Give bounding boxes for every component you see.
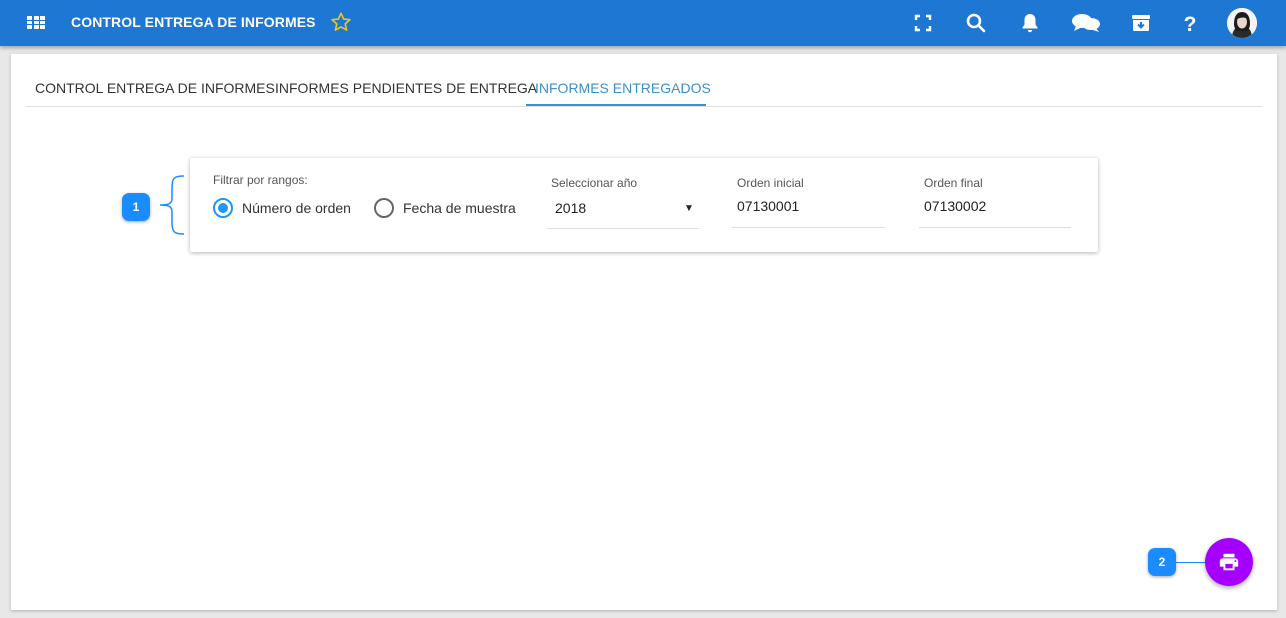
radio-numero-orden-label[interactable]: Número de orden bbox=[242, 200, 351, 216]
fullscreen-icon[interactable] bbox=[911, 11, 935, 35]
archive-icon[interactable] bbox=[1129, 11, 1153, 35]
main-card: CONTROL ENTREGA DE INFORMES INFORMES PEN… bbox=[11, 54, 1277, 610]
svg-text:?: ? bbox=[1184, 13, 1197, 35]
print-button[interactable] bbox=[1205, 538, 1253, 586]
filter-label: Filtrar por rangos: bbox=[213, 173, 308, 187]
annotation-connector bbox=[1174, 562, 1205, 563]
radio-fecha-muestra[interactable] bbox=[374, 198, 394, 218]
tab-control-entrega[interactable]: CONTROL ENTREGA DE INFORMES bbox=[35, 80, 275, 96]
year-select[interactable]: 2018 bbox=[547, 194, 699, 229]
page-title: CONTROL ENTREGA DE INFORMES bbox=[71, 14, 316, 30]
bell-icon[interactable] bbox=[1018, 11, 1042, 35]
orden-inicial-label: Orden inicial bbox=[737, 176, 804, 190]
orden-inicial-underline bbox=[732, 227, 885, 228]
brace-icon bbox=[159, 175, 185, 235]
orden-final-value: 07130002 bbox=[924, 198, 987, 214]
year-select-underline bbox=[547, 228, 699, 229]
tab-informes-entregados[interactable]: INFORMES ENTREGADOS bbox=[535, 80, 711, 96]
avatar[interactable] bbox=[1227, 8, 1257, 38]
active-tab-indicator bbox=[526, 104, 706, 106]
app-bar: CONTROL ENTREGA DE INFORMES ? bbox=[0, 0, 1286, 46]
print-icon bbox=[1219, 553, 1239, 571]
year-select-value: 2018 bbox=[555, 200, 587, 216]
help-icon[interactable]: ? bbox=[1178, 11, 1202, 35]
annotation-badge-1: 1 bbox=[122, 193, 150, 221]
year-select-label: Seleccionar año bbox=[551, 176, 638, 190]
annotation-badge-2: 2 bbox=[1148, 548, 1176, 576]
star-icon[interactable] bbox=[330, 11, 352, 33]
apps-grid-icon[interactable] bbox=[27, 16, 45, 29]
orden-inicial-value: 07130001 bbox=[737, 198, 800, 214]
chevron-down-icon[interactable]: ▼ bbox=[684, 203, 694, 214]
radio-numero-orden[interactable] bbox=[213, 198, 233, 218]
tab-bar: CONTROL ENTREGA DE INFORMES INFORMES PEN… bbox=[26, 54, 1262, 107]
orden-inicial-input[interactable]: 07130001 bbox=[732, 194, 885, 227]
tab-informes-pendientes[interactable]: INFORMES PENDIENTES DE ENTREGA bbox=[275, 80, 537, 96]
filter-panel: Filtrar por rangos: Número de orden Fech… bbox=[190, 158, 1098, 252]
orden-final-underline bbox=[919, 227, 1071, 228]
orden-final-input[interactable]: 07130002 bbox=[919, 194, 1071, 227]
chat-icon[interactable] bbox=[1071, 11, 1101, 35]
search-icon[interactable] bbox=[964, 11, 988, 35]
radio-fecha-muestra-label[interactable]: Fecha de muestra bbox=[403, 200, 516, 216]
orden-final-label: Orden final bbox=[924, 176, 983, 190]
